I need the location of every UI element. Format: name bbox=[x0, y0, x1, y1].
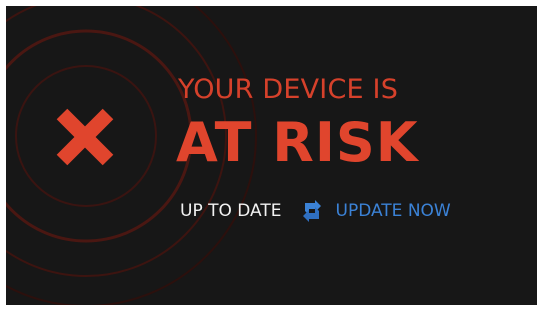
close-icon bbox=[56, 108, 114, 166]
alert-subtitle: YOUR DEVICE IS bbox=[178, 74, 399, 105]
refresh-icon[interactable] bbox=[300, 199, 324, 223]
update-now-link[interactable]: UPDATE NOW bbox=[336, 201, 451, 221]
update-status-row: UP TO DATE UPDATE NOW bbox=[180, 198, 451, 224]
security-status-panel: YOUR DEVICE IS AT RISK UP TO DATE UPDATE… bbox=[6, 6, 537, 305]
update-status-label: UP TO DATE bbox=[180, 201, 282, 221]
alert-title: AT RISK bbox=[176, 111, 419, 174]
